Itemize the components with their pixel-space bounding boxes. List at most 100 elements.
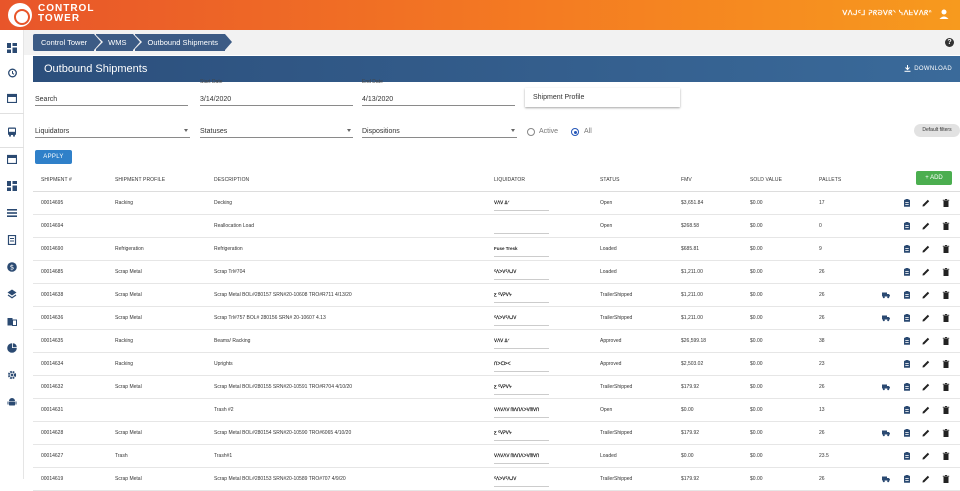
edit-icon[interactable]	[922, 406, 930, 414]
apply-button[interactable]: APPLY	[35, 150, 72, 164]
delete-icon[interactable]	[942, 452, 950, 460]
header-description[interactable]: DESCRIPTION	[214, 177, 249, 183]
grid-icon[interactable]	[7, 181, 17, 191]
start-date-field[interactable]: Start Date 3/14/2020	[200, 79, 353, 106]
search-input[interactable]: Search	[35, 88, 188, 106]
user-icon[interactable]	[938, 8, 950, 20]
document-icon[interactable]	[7, 235, 17, 245]
breadcrumb-control-tower[interactable]: Control Tower	[33, 34, 104, 51]
table-row[interactable]: 00014685 Scrap Metal Scrap Trl#704 Loaded $1…	[33, 261, 960, 284]
clipboard-icon[interactable]	[903, 337, 911, 345]
statuses-select[interactable]: Statuses	[200, 120, 353, 138]
history-icon[interactable]	[7, 68, 17, 78]
delete-icon[interactable]	[942, 199, 950, 207]
edit-icon[interactable]	[922, 245, 930, 253]
download-button[interactable]: DOWNLOAD	[904, 65, 952, 72]
all-radio-label[interactable]: All	[584, 128, 592, 135]
clipboard-icon[interactable]	[903, 452, 911, 460]
clipboard-icon[interactable]	[903, 291, 911, 299]
table-row[interactable]: 00014636 Scrap Metal Scrap Trl#757 BOL# 28…	[33, 307, 960, 330]
delete-icon[interactable]	[942, 245, 950, 253]
clipboard-icon[interactable]	[903, 383, 911, 391]
layers-icon[interactable]	[7, 289, 17, 299]
pie-chart-icon[interactable]	[7, 343, 17, 353]
header-profile[interactable]: SHIPMENT PROFILE	[115, 177, 165, 183]
truck-icon[interactable]	[882, 291, 890, 299]
android-icon[interactable]	[7, 397, 17, 407]
default-filters-button[interactable]: Default filters	[914, 124, 960, 137]
truck-icon[interactable]	[882, 429, 890, 437]
dollar-icon[interactable]: $	[7, 262, 17, 272]
liquidators-select[interactable]: Liquidators	[35, 120, 190, 138]
add-button[interactable]: + ADD	[916, 171, 952, 185]
delete-icon[interactable]	[942, 314, 950, 322]
truck-icon[interactable]	[882, 475, 890, 483]
edit-icon[interactable]	[922, 475, 930, 483]
clipboard-icon[interactable]	[903, 222, 911, 230]
table-row[interactable]: 00014631 Trash #2 Open $0.00 $0.00 13 ᐯᐱᐯᐱᐯ ᗰᐱ…	[33, 399, 960, 422]
table-row[interactable]: 00014690 Refrigeration Refrigeration Loaded…	[33, 238, 960, 261]
header-status[interactable]: STATUS	[600, 177, 620, 183]
header-pallets[interactable]: PALLETS	[819, 177, 841, 183]
header-liquidator[interactable]: LIQUIDATOR	[494, 177, 525, 183]
edit-icon[interactable]	[922, 429, 930, 437]
clipboard-icon[interactable]	[903, 268, 911, 276]
list-icon[interactable]	[7, 208, 17, 218]
end-date-field[interactable]: End Date 4/13/2020	[362, 79, 515, 106]
table-row[interactable]: 00014632 Scrap Metal Scrap Metal BOL#28015…	[33, 376, 960, 399]
table-row[interactable]: 00014695 Racking Decking Open $3,651.84 $0.00…	[33, 192, 960, 215]
table-row[interactable]: 00014634 Racking Uprights Approved $2,503.02…	[33, 353, 960, 376]
edit-icon[interactable]	[922, 452, 930, 460]
building-icon[interactable]	[7, 316, 17, 326]
delete-icon[interactable]	[942, 383, 950, 391]
clipboard-icon[interactable]	[903, 406, 911, 414]
header-fmv[interactable]: FMV	[681, 177, 692, 183]
table-row[interactable]: 00014628 Scrap Metal Scrap Metal BOL#28015…	[33, 422, 960, 445]
clipboard-icon[interactable]	[903, 429, 911, 437]
table-row[interactable]: 00014635 Racking Beams/ Racking Approved $26…	[33, 330, 960, 353]
table-row[interactable]: 00014627 Trash Trash#1 Loaded $0.00 $0.00 23.5…	[33, 445, 960, 468]
logo-icon[interactable]	[8, 3, 32, 27]
calendar-icon[interactable]	[7, 154, 17, 164]
edit-icon[interactable]	[922, 222, 930, 230]
edit-icon[interactable]	[922, 291, 930, 299]
delete-icon[interactable]	[942, 406, 950, 414]
truck-icon[interactable]	[882, 314, 890, 322]
table-row[interactable]: 00014694 Reallocation Load Open $268.58 $0.0…	[33, 215, 960, 238]
delete-icon[interactable]	[942, 268, 950, 276]
cell-profile: Scrap Metal	[115, 292, 142, 298]
delete-icon[interactable]	[942, 475, 950, 483]
table-row[interactable]: 00014638 Scrap Metal Scrap Metal BOL#28015…	[33, 284, 960, 307]
header-shipment[interactable]: SHIPMENT #	[41, 177, 72, 183]
active-radio[interactable]	[527, 128, 535, 136]
delete-icon[interactable]	[942, 291, 950, 299]
edit-icon[interactable]	[922, 268, 930, 276]
delete-icon[interactable]	[942, 337, 950, 345]
truck-icon[interactable]	[882, 383, 890, 391]
edit-icon[interactable]	[922, 199, 930, 207]
edit-icon[interactable]	[922, 337, 930, 345]
header-sold-value[interactable]: SOLD VALUE	[750, 177, 782, 183]
edit-icon[interactable]	[922, 360, 930, 368]
dashboard-icon[interactable]	[7, 43, 17, 53]
truck-icon[interactable]	[7, 127, 17, 137]
breadcrumb-outbound-shipments[interactable]: Outbound Shipments	[135, 34, 233, 51]
delete-icon[interactable]	[942, 429, 950, 437]
clipboard-icon[interactable]	[903, 360, 911, 368]
calendar-icon[interactable]	[7, 93, 17, 103]
clipboard-icon[interactable]	[903, 245, 911, 253]
clipboard-icon[interactable]	[903, 475, 911, 483]
gear-icon[interactable]	[7, 370, 17, 380]
clipboard-icon[interactable]	[903, 314, 911, 322]
delete-icon[interactable]	[942, 222, 950, 230]
all-radio[interactable]	[571, 128, 579, 136]
table-row[interactable]: 00014619 Scrap Metal Scrap Metal BOL#28015…	[33, 468, 960, 491]
clipboard-icon[interactable]	[903, 199, 911, 207]
active-radio-label[interactable]: Active	[539, 128, 558, 135]
dispositions-select[interactable]: Dispositions	[362, 120, 517, 138]
edit-icon[interactable]	[922, 383, 930, 391]
shipment-profile-select[interactable]: Shipment Profile	[525, 88, 680, 107]
edit-icon[interactable]	[922, 314, 930, 322]
delete-icon[interactable]	[942, 360, 950, 368]
help-icon[interactable]: ?	[945, 38, 954, 47]
